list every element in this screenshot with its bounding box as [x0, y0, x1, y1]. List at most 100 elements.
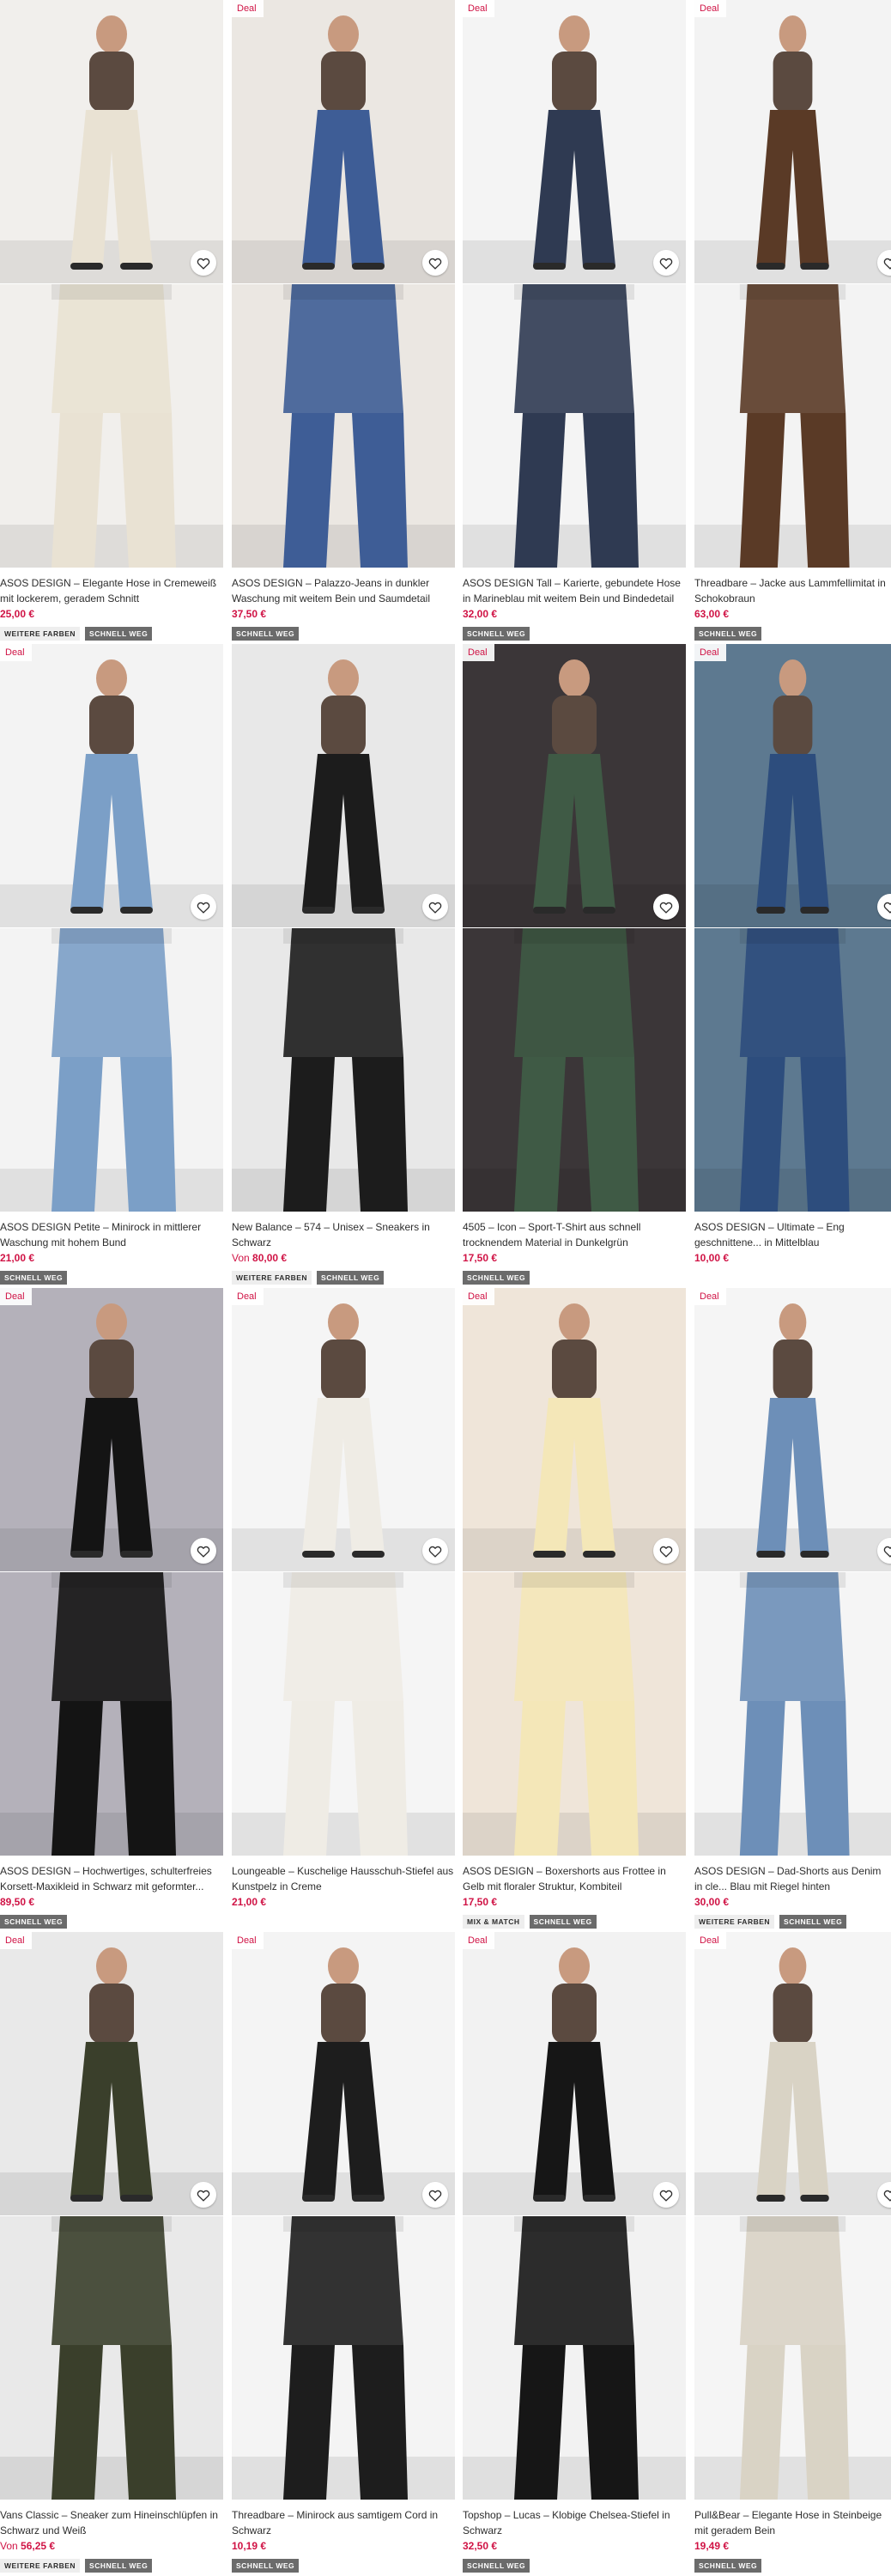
product-card[interactable]: Deal ASOS DESIGN – Dad-Shorts aus Denim … [694, 1288, 891, 1932]
deal-badge: Deal [463, 644, 494, 661]
product-image-pink-cardigan-denim-skirt-front[interactable] [0, 928, 223, 1212]
product-card[interactable]: Deal ASOS DESIGN Petite – Minirock in mi… [0, 644, 223, 1288]
product-image-faux-fur-jacket-boots[interactable] [694, 284, 891, 568]
product-card[interactable]: Deal ASOS DESIGN – Ultimate – Eng geschn… [694, 644, 891, 1288]
product-card[interactable]: Deal Threadbare – Minirock aus samtigem … [232, 1932, 455, 2576]
product-image-model-plaid-trousers[interactable] [463, 0, 686, 283]
product-image-model-yellow-terry-set[interactable] [463, 1288, 686, 1571]
product-image-black-corset-maxi-dress[interactable] [0, 1572, 223, 1856]
product-image-denim-shorts-white-top[interactable] [694, 1572, 891, 1856]
product-title[interactable]: Vans Classic – Sneaker zum Hineinschlüpf… [0, 2507, 223, 2538]
product-title[interactable]: ASOS DESIGN – Dad-Shorts aus Denim in cl… [694, 1863, 891, 1894]
product-row: Deal ASOS DESIGN Petite – Minirock in mi… [0, 644, 891, 1288]
product-image-faux-fur-slipper-closeup[interactable] [232, 1572, 455, 1856]
product-image-chelsea-boots-with-jeans[interactable] [463, 2216, 686, 2500]
product-price: 32,00 € [463, 608, 497, 620]
product-title[interactable]: ASOS DESIGN – Elegante Hose in Cremeweiß… [0, 575, 223, 606]
product-price: Von 80,00 € [232, 1252, 287, 1264]
price-value: 37,50 € [232, 608, 267, 620]
product-title[interactable]: ASOS DESIGN – Hochwertiges, schulterfrei… [0, 1863, 223, 1894]
save-for-later-heart-icon[interactable] [653, 250, 679, 276]
product-image-model-denim-dad-shorts[interactable] [694, 1288, 891, 1571]
product-price: 25,00 € [0, 608, 34, 620]
product-card[interactable]: New Balance – 574 – Unisex – Sneakers in… [232, 644, 455, 1288]
product-title[interactable]: Loungeable – Kuschelige Hausschuh-Stiefe… [232, 1863, 455, 1894]
save-for-later-heart-icon[interactable] [422, 2182, 448, 2208]
save-for-later-heart-icon[interactable] [191, 250, 216, 276]
product-card[interactable]: Deal Pull&Bear – Elegante Hose in Steinb… [694, 1932, 891, 2576]
product-badges: SCHNELL WEG [694, 627, 762, 641]
product-image-model-stone-beige-trousers[interactable] [694, 1932, 891, 2215]
product-badges: SCHNELL WEG [463, 1271, 530, 1285]
product-card[interactable]: Deal Loungeable – Kuschelige Hausschuh-S… [232, 1288, 455, 1932]
price-value: 17,50 € [463, 1252, 498, 1264]
deal-badge: Deal [0, 644, 32, 661]
product-image-skinny-jeans-side[interactable] [694, 928, 891, 1212]
product-card[interactable]: ASOS DESIGN – Elegante Hose in Cremeweiß… [0, 0, 223, 644]
product-image-model-black-cord-mini-skirt[interactable] [232, 1932, 455, 2215]
deal-badge: Deal [232, 1288, 264, 1305]
product-image-blue-jeans-side-view[interactable] [232, 284, 455, 568]
product-title[interactable]: ASOS DESIGN – Ultimate – Eng geschnitten… [694, 1219, 891, 1250]
save-for-later-heart-icon[interactable] [191, 894, 216, 920]
save-for-later-heart-icon[interactable] [653, 2182, 679, 2208]
product-image-model-red-top-blue-jeans[interactable] [232, 0, 455, 283]
price-value: 10,00 € [694, 1252, 730, 1264]
product-title[interactable]: Topshop – Lucas – Klobige Chelsea-Stiefe… [463, 2507, 686, 2538]
product-title[interactable]: ASOS DESIGN Petite – Minirock in mittler… [0, 1219, 223, 1250]
product-card[interactable]: Deal ASOS DESIGN Tall – Karierte, gebund… [463, 0, 686, 644]
product-row: Deal ASOS DESIGN – Hochwertiges, schulte… [0, 1288, 891, 1932]
product-image-black-sneakers-on-feet[interactable] [232, 644, 455, 927]
product-card[interactable]: Deal ASOS DESIGN – Hochwertiges, schulte… [0, 1288, 223, 1932]
product-title[interactable]: ASOS DESIGN – Boxershorts aus Frottee in… [463, 1863, 686, 1894]
product-card[interactable]: Deal Topshop – Lucas – Klobige Chelsea-S… [463, 1932, 686, 2576]
selling-fast-badge: SCHNELL WEG [463, 1271, 530, 1285]
product-title[interactable]: ASOS DESIGN Tall – Karierte, gebundete H… [463, 575, 686, 606]
deal-badge: Deal [0, 1932, 32, 1949]
product-title[interactable]: Pull&Bear – Elegante Hose in Steinbeige … [694, 2507, 891, 2538]
product-card[interactable]: Deal Threadbare – Jacke aus Lammfellimit… [694, 0, 891, 644]
product-card[interactable]: Deal ASOS DESIGN – Boxershorts aus Frott… [463, 1288, 686, 1932]
deal-badge: Deal [694, 1932, 726, 1949]
product-image-black-chunky-chelsea-boots[interactable] [463, 1932, 686, 2215]
product-image-model-white-sweater-skinny-jeans[interactable] [694, 644, 891, 927]
product-image-plaid-fabric-closeup[interactable] [463, 284, 686, 568]
save-for-later-heart-icon[interactable] [422, 1538, 448, 1564]
product-image-green-tshirt-back-detail[interactable] [463, 928, 686, 1212]
selling-fast-badge: SCHNELL WEG [694, 627, 762, 641]
price-value: 19,49 € [694, 2540, 730, 2552]
save-for-later-heart-icon[interactable] [191, 1538, 216, 1564]
product-image-cream-faux-fur-slipper-boots[interactable] [232, 1288, 455, 1571]
product-image-cream-trousers-detail[interactable] [0, 284, 223, 568]
save-for-later-heart-icon[interactable] [422, 250, 448, 276]
product-image-model-black-maxi-dress[interactable] [0, 1288, 223, 1571]
product-card[interactable]: Deal Vans Classic – Sneaker zum Hineinsc… [0, 1932, 223, 2576]
product-image-model-dark-green-tshirt[interactable] [463, 644, 686, 927]
selling-fast-badge: SCHNELL WEG [463, 2559, 530, 2573]
save-for-later-heart-icon[interactable] [653, 1538, 679, 1564]
save-for-later-heart-icon[interactable] [653, 894, 679, 920]
product-price: 19,49 € [694, 2540, 729, 2552]
product-title[interactable]: ASOS DESIGN – Palazzo-Jeans in dunkler W… [232, 575, 455, 606]
product-image-black-sneakers-walking[interactable] [232, 928, 455, 1212]
product-image-checkerboard-slip-on-sneakers[interactable] [0, 1932, 223, 2215]
product-image-model-brown-faux-fur-jacket[interactable] [694, 0, 891, 283]
product-badges: SCHNELL WEG [0, 1271, 68, 1285]
product-image-model-cream-wide-trousers[interactable] [0, 0, 223, 283]
product-title[interactable]: Threadbare – Jacke aus Lammfellimitat in… [694, 575, 891, 606]
product-image-model-pink-cardigan-denim-skirt[interactable] [0, 644, 223, 927]
product-card[interactable]: Deal 4505 – Icon – Sport-T-Shirt aus sch… [463, 644, 686, 1288]
product-image-beige-trousers-button-detail[interactable] [694, 2216, 891, 2500]
selling-fast-badge: SCHNELL WEG [0, 1271, 68, 1285]
product-price: 30,00 € [694, 1896, 729, 1908]
product-image-yellow-terry-shirt-shorts[interactable] [463, 1572, 686, 1856]
product-card[interactable]: Deal ASOS DESIGN – Palazzo-Jeans in dunk… [232, 0, 455, 644]
save-for-later-heart-icon[interactable] [422, 894, 448, 920]
product-image-model-camo-pants-checkerboard-floor[interactable] [0, 2216, 223, 2500]
product-title[interactable]: New Balance – 574 – Unisex – Sneakers in… [232, 1219, 455, 1250]
product-title[interactable]: Threadbare – Minirock aus samtigem Cord … [232, 2507, 455, 2538]
product-image-cord-skirt-closeup[interactable] [232, 2216, 455, 2500]
save-for-later-heart-icon[interactable] [191, 2182, 216, 2208]
product-grid: ASOS DESIGN – Elegante Hose in Cremeweiß… [0, 0, 891, 2576]
product-title[interactable]: 4505 – Icon – Sport-T-Shirt aus schnell … [463, 1219, 686, 1250]
